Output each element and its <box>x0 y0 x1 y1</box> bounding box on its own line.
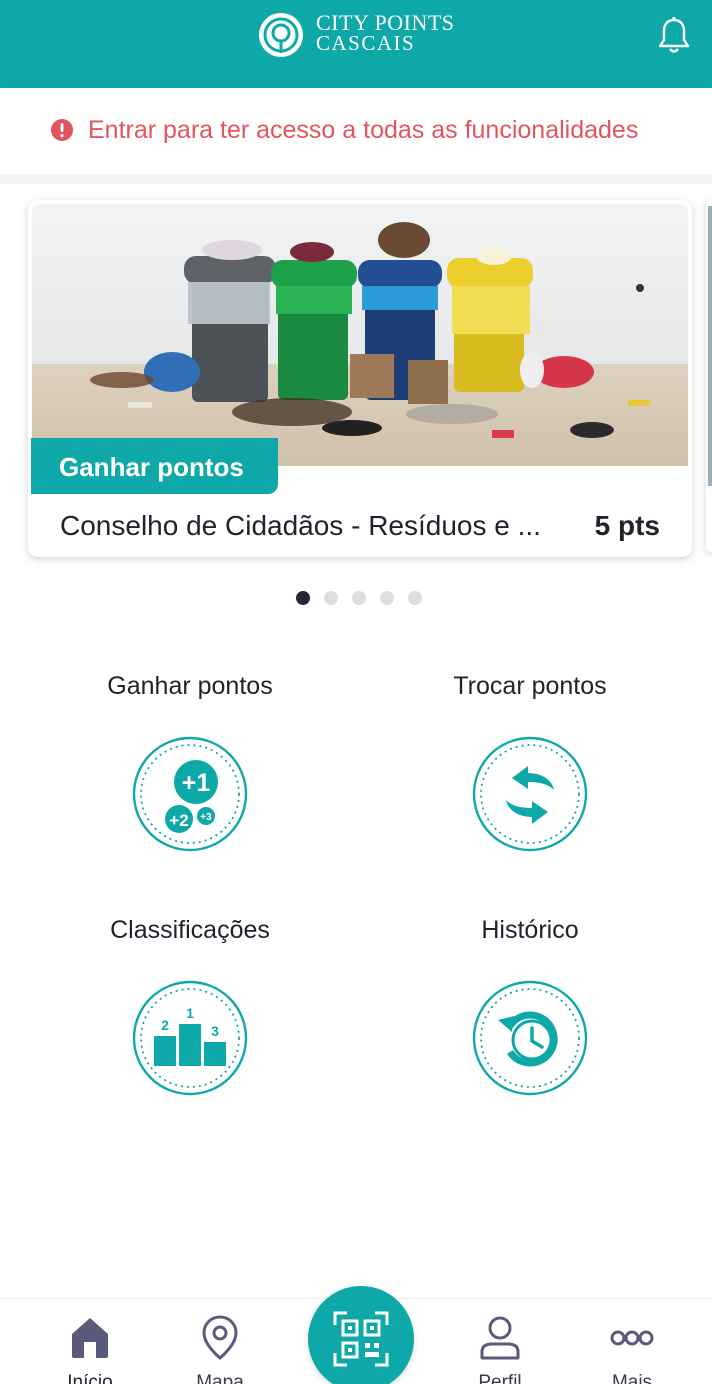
location-pin-icon <box>259 13 303 57</box>
pagination-dot[interactable] <box>408 591 422 605</box>
user-icon <box>480 1316 520 1360</box>
card-tag: Ganhar pontos <box>31 438 278 494</box>
pagination-dot[interactable] <box>296 591 310 605</box>
history-icon <box>472 980 588 1096</box>
feature-label: Classificações <box>110 916 270 944</box>
svg-text:2: 2 <box>161 1017 169 1033</box>
feature-earn-points[interactable]: Ganhar pontos +1 +2 +3 <box>40 672 340 852</box>
nav-item-inicio[interactable]: Início <box>40 1314 140 1384</box>
app-header: CITY POINTS CASCAIS <box>0 0 712 88</box>
nav-label: Mais <box>611 1372 653 1384</box>
svg-text:+1: +1 <box>182 769 211 797</box>
pagination-dot[interactable] <box>324 591 338 605</box>
qr-code-icon <box>333 1311 389 1367</box>
svg-text:3: 3 <box>211 1023 219 1039</box>
nav-label: Início <box>67 1372 113 1384</box>
carousel-card[interactable]: Ganhar pontos Conselho de Cidadãos - Res… <box>28 200 692 557</box>
qr-scan-button[interactable] <box>308 1286 414 1384</box>
carousel-pagination <box>296 591 422 605</box>
feature-exchange-points[interactable]: Trocar pontos <box>380 672 680 852</box>
home-icon <box>72 1318 108 1358</box>
feature-history[interactable]: Histórico <box>380 916 680 1096</box>
nav-item-perfil[interactable]: Perfil <box>450 1314 550 1384</box>
card-points: 5 pts <box>594 510 660 541</box>
nav-item-mais[interactable]: Mais <box>582 1314 682 1384</box>
nav-item-mapa[interactable]: Mapa <box>170 1314 270 1384</box>
card-title: Conselho de Cidadãos - Resíduos e ... <box>60 510 541 541</box>
login-banner[interactable]: Entrar para ter acesso a todas as funcio… <box>0 88 712 174</box>
more-icon <box>610 1330 654 1346</box>
alert-circle-icon <box>51 119 73 141</box>
nav-label: Perfil <box>478 1372 522 1384</box>
brand-line1: CITY POINTS <box>316 10 455 35</box>
next-card-peek[interactable] <box>706 200 712 552</box>
feature-label: Ganhar pontos <box>107 672 273 700</box>
earn-points-icon: +1 +2 +3 <box>132 736 248 852</box>
exchange-points-icon <box>472 736 588 852</box>
svg-text:1: 1 <box>186 1005 194 1021</box>
map-pin-icon <box>202 1315 238 1360</box>
podium-icon: 2 1 3 <box>132 980 248 1096</box>
login-banner-text: Entrar para ter acesso a todas as funcio… <box>88 116 639 144</box>
pagination-dot[interactable] <box>352 591 366 605</box>
brand-line2: CASCAIS <box>316 31 416 55</box>
section-divider <box>0 174 712 184</box>
bell-icon[interactable] <box>656 16 692 56</box>
svg-text:+3: +3 <box>200 812 212 823</box>
svg-text:+2: +2 <box>169 811 188 830</box>
nav-label: Mapa <box>196 1372 244 1384</box>
feature-label: Trocar pontos <box>453 672 607 700</box>
feature-rankings[interactable]: Classificações 2 1 3 <box>40 916 340 1096</box>
app-brand: CITY POINTS CASCAIS <box>316 12 455 54</box>
pagination-dot[interactable] <box>380 591 394 605</box>
recycling-bins-photo <box>32 204 688 466</box>
feature-label: Histórico <box>481 916 579 944</box>
